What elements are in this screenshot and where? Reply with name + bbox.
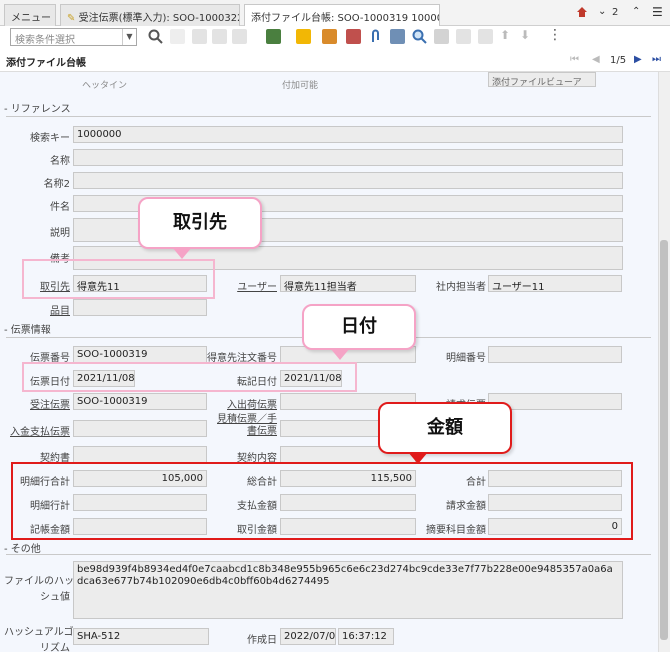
date-highlight-box (22, 362, 357, 392)
algorithm-label: ハッシュアルゴ リズム (4, 625, 74, 652)
detail-icon[interactable] (346, 29, 361, 44)
product-field[interactable] (73, 299, 207, 316)
description-label: 説明 (50, 228, 70, 239)
search-icon[interactable] (148, 29, 163, 44)
search-condition-select[interactable]: 検索条件選択 ▼ (10, 28, 137, 46)
algorithm-label-line: ハッシュアルゴ (4, 627, 74, 638)
subject-label: 件名 (50, 202, 70, 213)
refresh-icon[interactable] (296, 29, 311, 44)
tab-bar: メニュー ✎ 受注伝票(標準入力): SOO-1000322 ✕ 添付ファイル台… (0, 0, 670, 27)
gear-icon[interactable] (456, 29, 471, 44)
created-time-field[interactable]: 16:37:12 (338, 628, 394, 645)
tab-label: メニュー (11, 13, 51, 24)
hash-label-line: シュ値 (40, 592, 70, 603)
arrow-down-icon[interactable]: ⬇ (520, 28, 530, 42)
next-page-icon[interactable]: ▶ (634, 54, 642, 65)
name2-field[interactable] (73, 172, 623, 189)
menu-icon[interactable]: ☰ (652, 5, 663, 19)
hash-field[interactable]: be98d939f4b8934ed4f0e7caabcd1c8b348e955b… (73, 561, 623, 619)
divider (6, 116, 651, 117)
rep-label: 社内担当者 (436, 282, 486, 293)
attachment-viewer-button[interactable]: 添付ファイルビューア (488, 72, 596, 87)
quote-slip-label[interactable]: 見積伝票／手書伝票 (212, 414, 277, 438)
home-icon[interactable] (576, 6, 588, 18)
detail-no-field[interactable] (488, 346, 622, 363)
callout-tail (330, 348, 350, 360)
date-callout: 日付 (302, 304, 416, 350)
algorithm-field[interactable]: SHA-512 (73, 628, 209, 645)
search-key-label: 検索キー (30, 133, 70, 144)
user-label[interactable]: ユーザー (215, 278, 277, 293)
copy-icon[interactable] (192, 29, 207, 44)
chat-icon[interactable] (390, 29, 405, 44)
name-label: 名称 (50, 156, 70, 167)
payment-slip-label[interactable]: 入金支払伝票 (6, 423, 70, 438)
form-content: ヘッタイン 付加可能 添付ファイルビューア - リファレンス 検索キー 1000… (0, 72, 658, 652)
amount-highlight-box (11, 462, 633, 540)
print-icon[interactable] (478, 29, 493, 44)
folder-icon: ✎ (67, 13, 76, 24)
created-label: 作成日 (247, 635, 277, 646)
partial-row-label: 付加可能 (282, 81, 319, 91)
more-icon[interactable]: ⋮ (548, 27, 562, 43)
divider (6, 554, 651, 555)
callout-tail (172, 247, 192, 259)
first-page-icon[interactable]: ⏮ (570, 54, 579, 65)
chevron-up-icon[interactable]: ⌃ (632, 6, 640, 17)
save-icon[interactable] (212, 29, 227, 44)
dropdown-arrow-icon[interactable]: ▼ (122, 29, 136, 45)
inout-slip-label[interactable]: 入出荷伝票 (210, 396, 277, 411)
scrollbar-thumb[interactable] (660, 240, 668, 640)
contract-field[interactable] (73, 446, 207, 463)
name2-label: 名称2 (43, 179, 70, 190)
window-title-bar: 添付ファイル台帳 ⏮ ◀ 1/5 ▶ ⏭ (0, 48, 670, 72)
search-key-field[interactable]: 1000000 (73, 126, 623, 143)
delete-icon[interactable] (232, 29, 247, 44)
algorithm-label-line: リズム (40, 643, 70, 652)
section-reference[interactable]: - リファレンス (4, 100, 71, 115)
page-title: 添付ファイル台帳 (6, 58, 86, 69)
archive-icon[interactable] (266, 29, 281, 44)
user-field[interactable]: 得意先11担当者 (280, 275, 416, 292)
slip-no-field[interactable]: SOO-1000319 (73, 346, 207, 363)
partner-highlight-box (22, 259, 215, 299)
tab-label: 添付ファイル台帳: SOO-1000319 1000000 (251, 13, 440, 24)
report-icon[interactable] (322, 29, 337, 44)
order-slip-field[interactable]: SOO-1000319 (73, 393, 207, 410)
history-icon[interactable] (434, 29, 449, 44)
search-placeholder: 検索条件選択 (15, 35, 75, 46)
product-label[interactable]: 品目 (10, 302, 70, 317)
tab-count: 2 (612, 7, 619, 18)
prev-page-icon[interactable]: ◀ (592, 54, 600, 65)
payment-slip-field[interactable] (73, 420, 207, 437)
hash-label-line: ファイルのハッ (4, 576, 74, 587)
detail-no-label: 明細番号 (446, 353, 486, 364)
toolbar: 検索条件選択 ▼ ⬆ ⬇ ⋮ (0, 26, 670, 48)
order-slip-label[interactable]: 受注伝票 (6, 396, 70, 411)
tab-menu[interactable]: メニュー (4, 4, 56, 26)
section-slip-info[interactable]: - 伝票情報 (4, 321, 51, 336)
partner-callout: 取引先 (138, 197, 262, 249)
zoom-icon[interactable] (412, 29, 427, 44)
tab-attachment-ledger[interactable]: 添付ファイル台帳: SOO-1000319 1000000 ✕ (244, 4, 440, 27)
name-field[interactable] (73, 149, 623, 166)
attachment-icon[interactable] (368, 29, 383, 44)
arrow-up-icon[interactable]: ⬆ (500, 28, 510, 42)
section-other[interactable]: - その他 (4, 540, 41, 555)
hash-label: ファイルのハッ シュ値 (4, 574, 74, 606)
amount-callout: 金額 (378, 402, 512, 454)
partial-row-label: ヘッタイン (82, 81, 128, 91)
rep-field[interactable]: ユーザー11 (488, 275, 622, 292)
chevron-down-icon[interactable]: ⌄ (598, 6, 606, 17)
last-page-icon[interactable]: ⏭ (652, 54, 661, 65)
new-icon[interactable] (170, 29, 185, 44)
callout-tail (408, 452, 428, 464)
created-date-field[interactable]: 2022/07/06 (280, 628, 336, 645)
pager: 1/5 (610, 55, 627, 66)
tab-label: 受注伝票(標準入力): SOO-1000322 (78, 13, 240, 24)
tab-order-slip[interactable]: ✎ 受注伝票(標準入力): SOO-1000322 ✕ (60, 4, 240, 26)
